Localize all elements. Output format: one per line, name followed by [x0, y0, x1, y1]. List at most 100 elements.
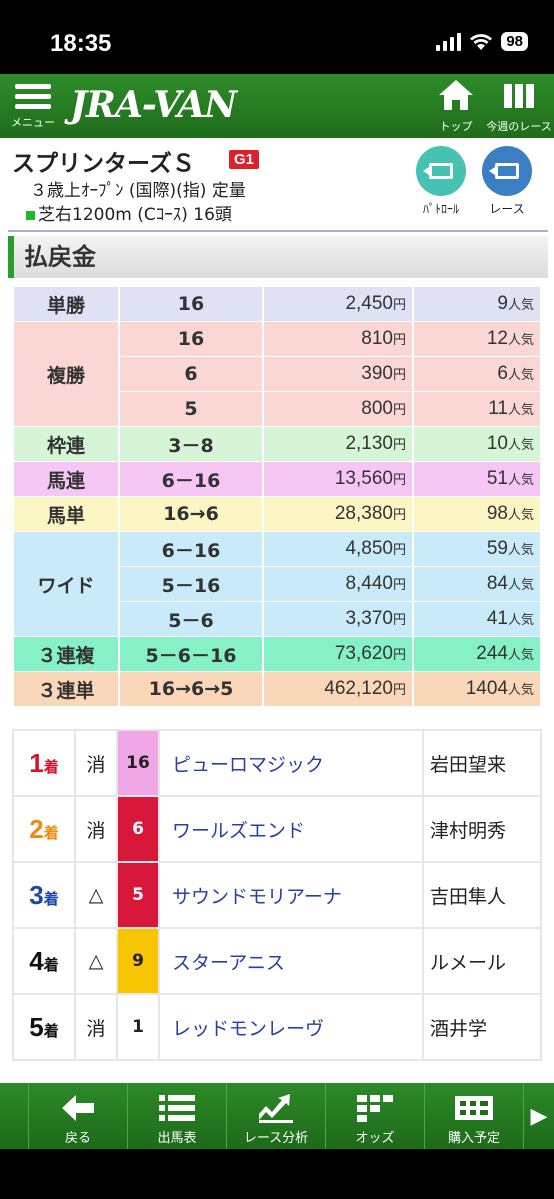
- race-conditions: ３歳上ｵｰﾌﾟﾝ (国際)(指) 定量: [30, 181, 246, 201]
- home-indicator-area: [0, 1149, 554, 1199]
- race-name: スプリンターズＳ: [12, 151, 195, 177]
- popularity: 59人気: [414, 532, 540, 566]
- race-course: 芝右1200m (Cｺｰｽ) 16頭: [26, 200, 232, 225]
- jockey-name: 吉田隼人: [422, 861, 542, 929]
- prediction-mark: 消: [74, 993, 118, 1061]
- payout-amount: 810円: [264, 322, 412, 356]
- result-row[interactable]: 3着 △ 5 サウンドモリアーナ 吉田隼人: [12, 861, 542, 929]
- payout-row: 単勝 16 2,450円 9人気: [14, 287, 540, 321]
- payout-row: ３連単 16→6→5 462,120円 1404人気: [14, 672, 540, 706]
- jockey-name: 岩田望来: [422, 729, 542, 797]
- status-icons: 98: [436, 32, 528, 51]
- result-row[interactable]: 2着消 6 ワールズエンド 津村明秀: [12, 795, 542, 863]
- finish-rank: 5着: [12, 993, 76, 1061]
- ticket-icon: [455, 1096, 493, 1120]
- app-header: メニュー JRA-VAN トップ 今週のレース: [0, 74, 554, 138]
- this-week-label: 今週のレース: [486, 120, 552, 133]
- purchase-plan-button[interactable]: 購入予定: [424, 1083, 523, 1149]
- bet-type: ３連複: [14, 637, 118, 671]
- payout-amount: 4,850円: [264, 532, 412, 566]
- patrol-video-icon: [416, 146, 466, 196]
- divider: [8, 230, 548, 232]
- home-icon: [439, 80, 473, 110]
- odds-grid-icon: [357, 1095, 393, 1122]
- menu-label: メニュー: [11, 116, 55, 129]
- back-label: 戻る: [64, 1131, 91, 1146]
- combination: 16→6: [120, 497, 262, 531]
- this-week-races-button[interactable]: 今週のレース: [484, 78, 554, 134]
- cellular-signal-icon: [436, 32, 462, 51]
- horse-number: 5: [116, 861, 160, 929]
- payout-amount: 800円: [264, 392, 412, 426]
- combination: 6: [120, 357, 262, 391]
- race-analysis-label: レース分析: [243, 1131, 309, 1146]
- horse-name-link[interactable]: スターアニス: [158, 927, 424, 995]
- combination: 6－16: [120, 532, 262, 566]
- payout-amount: 8,440円: [264, 567, 412, 601]
- horse-number: 16: [116, 729, 160, 797]
- popularity: 11人気: [414, 392, 540, 426]
- bottom-nav: 戻る 出馬表 レース分析 オッズ 購入予定 ▶: [0, 1083, 554, 1149]
- grade-badge: G1: [229, 150, 260, 169]
- finish-rank: 2着: [12, 795, 76, 863]
- payout-amount: 462,120円: [264, 672, 412, 706]
- menu-button[interactable]: メニュー: [8, 78, 58, 130]
- entries-button[interactable]: 出馬表: [127, 1083, 226, 1149]
- combination: 5－16: [120, 567, 262, 601]
- section-heading-payouts: 払戻金: [8, 236, 548, 278]
- result-row[interactable]: 5着消 1 レッドモンレーヴ 酒井学: [12, 993, 542, 1061]
- bet-type: 複勝: [14, 322, 118, 426]
- bet-type: ３連単: [14, 672, 118, 706]
- popularity: 51人気: [414, 462, 540, 496]
- horse-name-link[interactable]: ワールズエンド: [158, 795, 424, 863]
- combination: 16→6→5: [120, 672, 262, 706]
- battery-indicator: 98: [501, 32, 528, 51]
- horse-name-link[interactable]: ピューロマジック: [158, 729, 424, 797]
- back-button[interactable]: 戻る: [28, 1083, 127, 1149]
- jockey-name: 津村明秀: [422, 795, 542, 863]
- wifi-icon: [470, 33, 493, 50]
- bet-type: 馬連: [14, 462, 118, 496]
- results-table: 1着消 16 ピューロマジック 岩田望来 2着消 6 ワールズエンド 津村明秀 3着 △ 5 サウンド…: [12, 729, 542, 1061]
- popularity: 41人気: [414, 602, 540, 636]
- horse-name-link[interactable]: レッドモンレーヴ: [158, 993, 424, 1061]
- combination: 16: [120, 287, 262, 321]
- payout-amount: 73,620円: [264, 637, 412, 671]
- top-label: トップ: [439, 120, 473, 133]
- combination: 16: [120, 322, 262, 356]
- horse-number: 6: [116, 795, 160, 863]
- status-time: 18:35: [50, 30, 112, 57]
- popularity: 1404人気: [414, 672, 540, 706]
- bet-type: 馬単: [14, 497, 118, 531]
- prediction-mark: △: [74, 927, 118, 995]
- nav-next-arrow-icon[interactable]: ▶: [523, 1083, 554, 1149]
- horse-name-link[interactable]: サウンドモリアーナ: [158, 861, 424, 929]
- race-course-text: 芝右1200m (Cｺｰｽ) 16頭: [38, 205, 232, 225]
- popularity: 98人気: [414, 497, 540, 531]
- finish-rank: 1着: [12, 729, 76, 797]
- result-row[interactable]: 1着消 16 ピューロマジック 岩田望来: [12, 729, 542, 797]
- result-row[interactable]: 4着 △ 9 スターアニス ルメール: [12, 927, 542, 995]
- payout-row: 馬単 16→6 28,380円 98人気: [14, 497, 540, 531]
- race-analysis-button[interactable]: レース分析: [226, 1083, 325, 1149]
- payout-amount: 390円: [264, 357, 412, 391]
- combination: 5－6－16: [120, 637, 262, 671]
- race-video-label: レース: [489, 202, 525, 216]
- odds-button[interactable]: オッズ: [325, 1083, 424, 1149]
- horse-number: 1: [116, 993, 160, 1061]
- race-video-button[interactable]: レース: [478, 146, 536, 217]
- payout-row: ３連複 5－6－16 73,620円 244人気: [14, 637, 540, 671]
- combination: 5: [120, 392, 262, 426]
- popularity: 10人気: [414, 427, 540, 461]
- payout-amount: 28,380円: [264, 497, 412, 531]
- bet-type: 単勝: [14, 287, 118, 321]
- combination: 6－16: [120, 462, 262, 496]
- finish-rank: 4着: [12, 927, 76, 995]
- prediction-mark: 消: [74, 795, 118, 863]
- combination: 5－6: [120, 602, 262, 636]
- payout-amount: 3,370円: [264, 602, 412, 636]
- popularity: 9人気: [414, 287, 540, 321]
- patrol-video-button[interactable]: ﾊﾟﾄﾛｰﾙ: [412, 146, 470, 217]
- jockey-name: ルメール: [422, 927, 542, 995]
- top-button[interactable]: トップ: [432, 78, 480, 134]
